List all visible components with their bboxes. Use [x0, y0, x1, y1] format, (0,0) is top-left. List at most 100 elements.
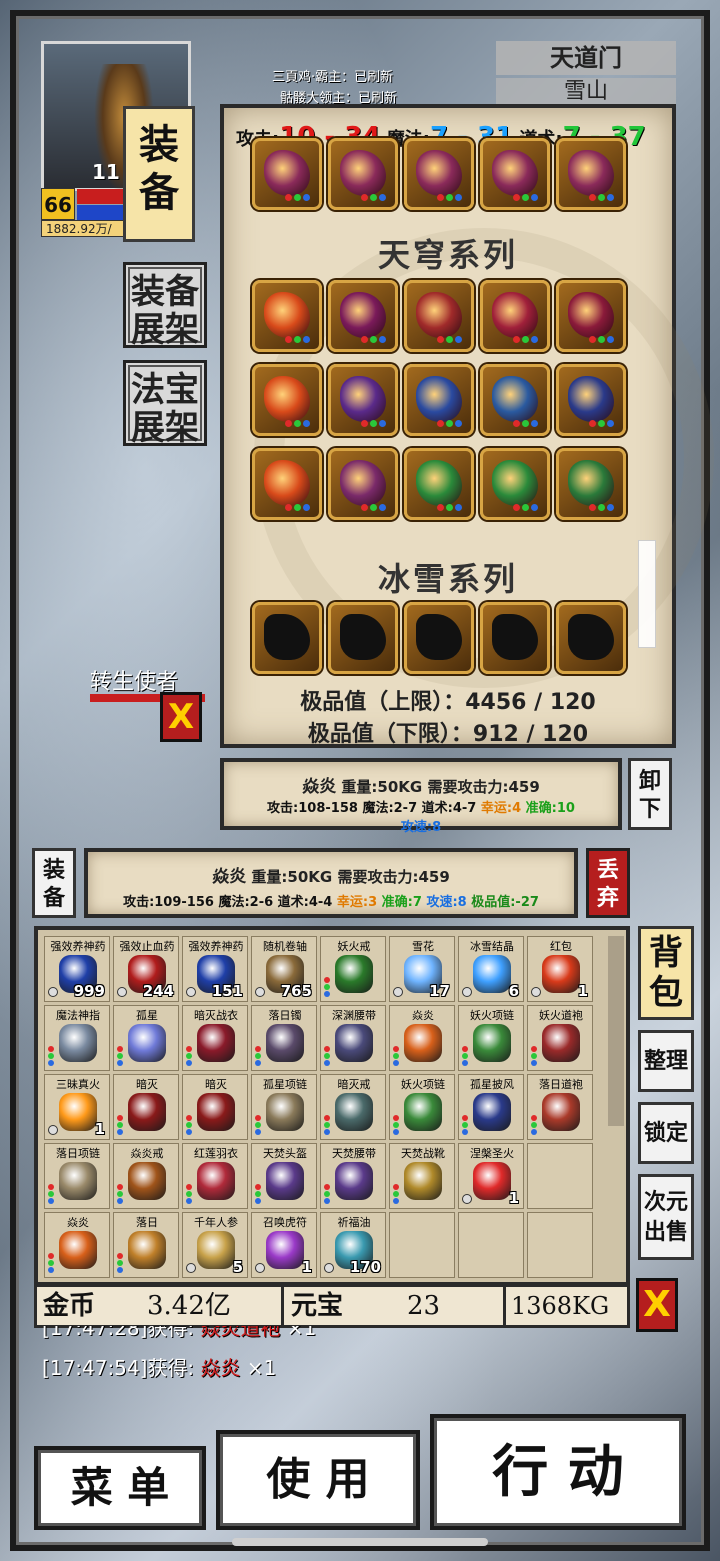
tianqiong-slot-2[interactable] — [328, 280, 398, 352]
bingxue-slot-1[interactable] — [252, 602, 322, 674]
inventory-slot[interactable]: 落日 — [113, 1212, 179, 1278]
action-button[interactable]: 行 动 — [430, 1414, 686, 1530]
inventory-slot[interactable]: 魔法神指 — [44, 1005, 110, 1071]
tianqiong-slot-4[interactable] — [480, 280, 550, 352]
inventory-slot[interactable]: 焱炎戒 — [113, 1143, 179, 1209]
inventory-item-icon — [59, 1231, 97, 1269]
inventory-slot[interactable]: 焱炎 — [44, 1212, 110, 1278]
inventory-slot-empty[interactable] — [527, 1143, 593, 1209]
gem-socket-icon — [48, 1046, 54, 1066]
inventory-item-name: 红莲羽衣 — [194, 1147, 238, 1160]
npc-close-button[interactable]: X — [160, 692, 202, 742]
dimension-sell-button[interactable]: 次元 出售 — [638, 1174, 694, 1260]
tianqiong-slot-3[interactable] — [404, 280, 474, 352]
tianqiong-slot-5[interactable] — [556, 280, 626, 352]
prev-series-slot-3-gem-dots — [437, 194, 462, 201]
inventory-slot[interactable]: 红莲羽衣 — [182, 1143, 248, 1209]
inventory-slot[interactable]: 妖火项链 — [458, 1005, 524, 1071]
menu-button[interactable]: 菜 单 — [34, 1446, 206, 1530]
tianqiong-slot-1[interactable] — [252, 280, 322, 352]
inventory-slot[interactable]: 三昧真火 1 — [44, 1074, 110, 1140]
location-name[interactable]: 天道门 — [496, 41, 676, 75]
inventory-item-count: 999 — [73, 982, 105, 1000]
tab-equipment-rack[interactable]: 装备 展架 — [123, 262, 207, 349]
bingxue-slot-3[interactable] — [404, 602, 474, 674]
inventory-slot[interactable]: 祈福油 170 — [320, 1212, 386, 1278]
bag-close-button[interactable]: X — [636, 1278, 678, 1332]
inventory-slot[interactable]: 强效养神药 151 — [182, 936, 248, 1002]
use-button[interactable]: 使 用 — [216, 1430, 420, 1530]
inventory-slot[interactable]: 焱炎 — [389, 1005, 455, 1071]
bind-lock-icon — [462, 1194, 472, 1204]
inventory-slot[interactable]: 暗灭戒 — [320, 1074, 386, 1140]
panel-scrollbar[interactable] — [638, 540, 656, 648]
selected-item-req: 重量:50KG 需要攻击力:459 — [246, 868, 450, 886]
tianqiong-slot-6[interactable] — [252, 364, 322, 436]
inventory-slot-empty[interactable] — [458, 1212, 524, 1278]
inventory-slot[interactable]: 天焚战靴 — [389, 1143, 455, 1209]
inventory-slot[interactable]: 天焚腰带 — [320, 1143, 386, 1209]
inventory-slot[interactable]: 随机卷轴 765 — [251, 936, 317, 1002]
tianqiong-slot-13[interactable] — [404, 448, 474, 520]
drop-item-button[interactable]: 丢 弃 — [586, 848, 630, 918]
tianqiong-slot-12[interactable] — [328, 448, 398, 520]
tianqiong-slot-8-gem-dots — [437, 420, 462, 427]
unequip-button[interactable]: 卸 下 — [628, 758, 672, 830]
inventory-item-name: 落日道袍 — [539, 1078, 583, 1091]
inventory-slot[interactable]: 落日道袍 — [527, 1074, 593, 1140]
inventory-slot[interactable]: 孤星 — [113, 1005, 179, 1071]
inventory-slot-empty[interactable] — [527, 1212, 593, 1278]
inventory-slot[interactable]: 雪花 17 — [389, 936, 455, 1002]
tianqiong-slot-9[interactable] — [480, 364, 550, 436]
tianqiong-slot-8[interactable] — [404, 364, 474, 436]
tianqiong-slot-11[interactable] — [252, 448, 322, 520]
prev-series-slot-4[interactable] — [480, 138, 550, 210]
tianqiong-slot-15[interactable] — [556, 448, 626, 520]
bag-weight: 1368KG — [511, 1292, 610, 1320]
inventory-slot[interactable]: 千年人参 5 — [182, 1212, 248, 1278]
lock-button[interactable]: 锁定 — [638, 1102, 694, 1164]
prev-series-slot-2[interactable] — [328, 138, 398, 210]
inventory-slot[interactable]: 强效止血药 244 — [113, 936, 179, 1002]
inventory-slot[interactable]: 落日镯 — [251, 1005, 317, 1071]
inventory-slot[interactable]: 天焚头盔 — [251, 1143, 317, 1209]
tianqiong-slot-15-gem-dots — [589, 504, 614, 511]
inventory-slot[interactable]: 召唤虎符 1 — [251, 1212, 317, 1278]
bingxue-slot-4[interactable] — [480, 602, 550, 674]
prev-series-slot-3[interactable] — [404, 138, 474, 210]
inventory-slot[interactable]: 孤星披风 — [458, 1074, 524, 1140]
bingxue-slot-2[interactable] — [328, 602, 398, 674]
inventory-slot[interactable]: 冰雪结晶 6 — [458, 936, 524, 1002]
inventory-slot[interactable]: 暗灭 — [182, 1074, 248, 1140]
inventory-slot[interactable]: 妖火道袍 — [527, 1005, 593, 1071]
hero-level-text: 11 — [92, 160, 120, 184]
tab-treasure-rack-line1: 法宝 — [131, 370, 199, 410]
inventory-slot[interactable]: 孤星项链 — [251, 1074, 317, 1140]
tianqiong-slot-10[interactable] — [556, 364, 626, 436]
inventory-slot-empty[interactable] — [389, 1212, 455, 1278]
tianqiong-slot-14[interactable] — [480, 448, 550, 520]
inventory-slot[interactable]: 暗灭 — [113, 1074, 179, 1140]
inventory-slot[interactable]: 红包 1 — [527, 936, 593, 1002]
tianqiong-slot-10-icon — [568, 376, 614, 422]
inventory-slot[interactable]: 深渊腰带 — [320, 1005, 386, 1071]
equip-item-button[interactable]: 装 备 — [32, 848, 76, 918]
prev-series-slot-1[interactable] — [252, 138, 322, 210]
tianqiong-slot-7[interactable] — [328, 364, 398, 436]
inventory-scrollbar[interactable] — [608, 936, 624, 1126]
tab-equipment-rack-line1: 装备 — [131, 272, 199, 312]
tab-bag[interactable]: 背 包 — [638, 926, 694, 1020]
inventory-slot[interactable]: 强效养神药 999 — [44, 936, 110, 1002]
prev-series-slot-5[interactable] — [556, 138, 626, 210]
inventory-slot[interactable]: 落日项链 — [44, 1143, 110, 1209]
inventory-slot[interactable]: 妖火项链 — [389, 1074, 455, 1140]
selected-item-header: 焱炎 重量:50KG 需要攻击力:459 — [88, 862, 574, 887]
tianqiong-slot-13-gem-dots — [437, 504, 462, 511]
tab-treasure-rack[interactable]: 法宝 展架 — [123, 360, 207, 447]
tab-equipment[interactable]: 装 备 — [123, 106, 195, 242]
bingxue-slot-5[interactable] — [556, 602, 626, 674]
inventory-slot[interactable]: 暗灭战衣 — [182, 1005, 248, 1071]
inventory-slot[interactable]: 妖火戒 — [320, 936, 386, 1002]
sort-button[interactable]: 整理 — [638, 1030, 694, 1092]
inventory-slot[interactable]: 涅槃圣火 1 — [458, 1143, 524, 1209]
